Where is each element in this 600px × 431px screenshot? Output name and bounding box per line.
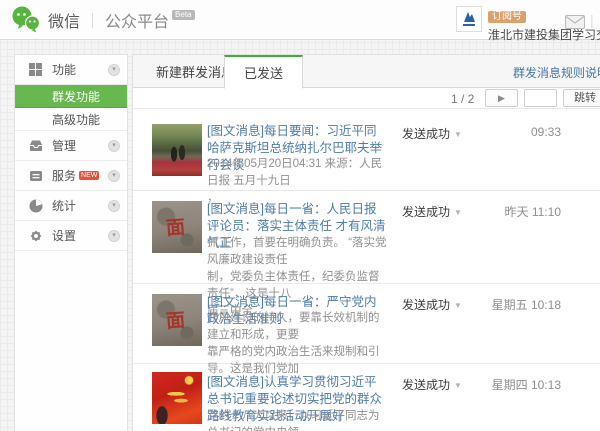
chevron-down-icon: ▾ (108, 230, 120, 242)
sidebar: 功能 ▾ 群发功能 高级功能 管理 ▾ 服务 NEW ▾ (14, 54, 128, 431)
dropdown-arrow-icon: ▼ (454, 301, 462, 310)
header-divider: | (590, 12, 594, 28)
sidebar-label: 高级功能 (52, 111, 100, 128)
inbox-icon (28, 138, 43, 153)
sidebar-item-settings[interactable]: 设置 ▾ (15, 221, 127, 251)
sidebar-label: 管理 (52, 137, 76, 154)
sidebar-item-mass-messaging[interactable]: 群发功能 (15, 85, 127, 108)
sidebar-label: 服务 (52, 167, 76, 184)
message-row: 面 [图文消息]每日一省：人民日报评论员：落实主体责任 才有风清气正 抓工作，首… (133, 191, 600, 284)
message-row: [图文消息]认真学习贯彻习近平总书记重要论述切实把党的群众路线教育实践活动开展好… (133, 364, 600, 431)
wechat-mp-admin: 微信 ｜ 公众平台 Beta 订阅号 淮北市建投集团学习交流平台 | (0, 0, 600, 431)
page-jump-button[interactable]: 跳转 (563, 89, 600, 107)
pie-chart-icon (28, 198, 43, 213)
pagination-bar: 1 / 2 ▶ 跳转 (133, 88, 600, 109)
send-status-dropdown[interactable]: 发送成功▼ (402, 125, 462, 142)
account-avatar (456, 6, 482, 32)
main-panel: 新建群发消息 已发送 群发消息规则说明 1 / 2 ▶ 跳转 [图文消息]每日要… (132, 54, 600, 431)
account-type-badge: 订阅号 (488, 11, 526, 23)
send-status-dropdown[interactable]: 发送成功▼ (402, 296, 462, 313)
tab-bar: 新建群发消息 已发送 群发消息规则说明 (133, 55, 600, 88)
message-time: 昨天 11:10 (473, 203, 561, 220)
message-row: [图文消息]每日要闻：习近平同哈萨克斯坦总统纳扎尔巴耶夫举行会谈 2014年05… (133, 109, 600, 191)
dropdown-arrow-icon: ▼ (454, 130, 462, 139)
message-time: 09:33 (473, 125, 561, 139)
sidebar-item-management[interactable]: 管理 ▾ (15, 131, 127, 161)
drawer-icon (28, 168, 43, 183)
dropdown-arrow-icon: ▼ (454, 208, 462, 217)
broadcast-rules-link[interactable]: 群发消息规则说明 (513, 64, 600, 81)
tab-sent[interactable]: 已发送 (224, 55, 303, 89)
chevron-down-icon: ▾ (108, 64, 120, 76)
beta-badge: Beta (172, 10, 194, 20)
send-status-dropdown[interactable]: 发送成功▼ (402, 203, 462, 220)
message-thumbnail[interactable] (152, 124, 202, 176)
avatar-logo-icon (459, 9, 479, 29)
message-thumbnail[interactable]: 面 (152, 201, 202, 253)
message-time: 星期五 10:18 (473, 296, 561, 313)
sidebar-item-advanced-features[interactable]: 高级功能 (15, 108, 127, 131)
chevron-down-icon: ▾ (108, 140, 120, 152)
message-snippet: 党的十八大以来，以习近平同志为总书记的党中央领 导全党深入开展以为民务实清廉为主… (207, 408, 389, 431)
sidebar-item-features[interactable]: 功能 ▾ (15, 55, 127, 85)
top-header: 微信 ｜ 公众平台 Beta 订阅号 淮北市建投集团学习交流平台 | (0, 0, 600, 40)
send-status-dropdown[interactable]: 发送成功▼ (402, 376, 462, 393)
brand-platform: 公众平台 (105, 8, 169, 32)
page-jump-input[interactable] (524, 89, 557, 107)
gear-icon (28, 228, 43, 243)
sidebar-label: 群发功能 (52, 88, 100, 105)
new-badge: NEW (79, 171, 99, 180)
thumbnail-glyph: 面 (165, 305, 186, 333)
brand-separator: ｜ (85, 10, 100, 31)
chevron-down-icon: ▾ (108, 200, 120, 212)
sidebar-item-statistics[interactable]: 统计 ▾ (15, 191, 127, 221)
mail-icon[interactable] (565, 15, 585, 29)
brand: 微信 ｜ 公众平台 Beta (11, 6, 195, 34)
sidebar-item-services[interactable]: 服务 NEW ▾ (15, 161, 127, 191)
chevron-down-icon: ▾ (108, 170, 120, 182)
sidebar-label: 设置 (52, 227, 76, 244)
next-page-button[interactable]: ▶ (485, 89, 518, 107)
message-thumbnail[interactable]: 面 (152, 294, 202, 346)
sidebar-label: 统计 (52, 197, 76, 214)
brand-weixin: 微信 (48, 8, 80, 32)
dropdown-arrow-icon: ▼ (454, 381, 462, 390)
message-time: 星期四 10:13 (473, 376, 561, 393)
message-thumbnail[interactable] (152, 372, 202, 424)
grid-icon (28, 62, 43, 77)
message-row: 面 [图文消息]每日一省：严守党内政治生活准则 作风建设的持久，要靠长效机制的建… (133, 284, 600, 364)
page-indicator: 1 / 2 (451, 92, 474, 106)
sidebar-label: 功能 (52, 61, 76, 78)
thumbnail-glyph: 面 (165, 212, 186, 240)
wechat-logo-icon (11, 6, 41, 34)
